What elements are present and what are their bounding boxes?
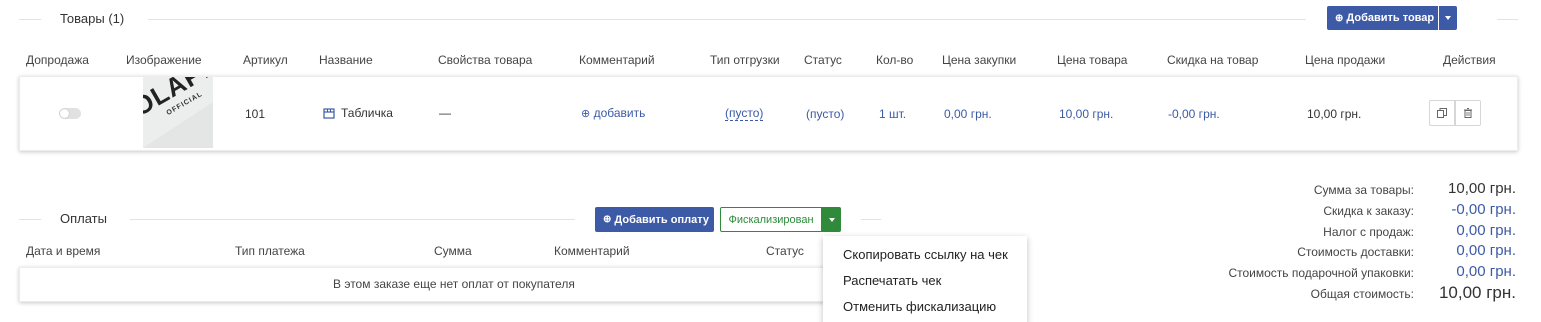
plus-circle-icon: ⊕ bbox=[603, 214, 612, 225]
header-payment-status: Статус bbox=[766, 244, 804, 258]
total-value-order-discount[interactable]: -0,00 грн. bbox=[1451, 201, 1516, 218]
products-header-line-right bbox=[148, 19, 1306, 20]
header-price: Цена товара bbox=[1057, 53, 1128, 67]
payments-section-title: Оплаты bbox=[60, 211, 107, 226]
toggle-knob bbox=[60, 109, 69, 118]
products-section-title: Товары (1) bbox=[60, 11, 125, 26]
plus-circle-icon: ⊕ bbox=[1335, 12, 1344, 24]
add-product-label: Добавить товар bbox=[1346, 12, 1435, 24]
status-link[interactable]: (пусто) bbox=[806, 107, 844, 121]
menu-item-copy-receipt-link[interactable]: Скопировать ссылку на чек bbox=[843, 247, 1008, 262]
header-properties: Свойства товара bbox=[438, 53, 533, 67]
total-label-order-discount: Скидка к заказу: bbox=[1323, 204, 1414, 218]
add-comment-label: добавить bbox=[593, 106, 646, 120]
header-status: Статус bbox=[804, 53, 842, 67]
discount-link[interactable]: -0,00 грн. bbox=[1168, 107, 1220, 121]
fiscalized-button[interactable]: Фискализирован bbox=[720, 207, 822, 232]
total-value-gift-wrap[interactable]: 0,00 грн. bbox=[1456, 263, 1516, 280]
header-purchase-price: Цена закупки bbox=[942, 53, 1017, 67]
header-shipment-type: Тип отгрузки bbox=[710, 53, 780, 67]
payments-empty-text: В этом заказе еще нет оплат от покупател… bbox=[333, 277, 575, 291]
product-image[interactable]: OLAPI OFFICIAL bbox=[143, 77, 213, 148]
qty-link[interactable]: 1 шт. bbox=[879, 107, 906, 121]
product-name[interactable]: Табличка bbox=[323, 106, 393, 120]
fiscal-dropdown-menu: Скопировать ссылку на чек Распечатать че… bbox=[823, 236, 1027, 322]
add-product-button[interactable]: ⊕ Добавить товар bbox=[1327, 6, 1438, 30]
price-link[interactable]: 10,00 грн. bbox=[1059, 107, 1113, 121]
products-header-line-left bbox=[19, 19, 41, 20]
total-label-grand: Общая стоимость: bbox=[1310, 287, 1414, 301]
add-product-dropdown-toggle[interactable] bbox=[1439, 6, 1457, 30]
header-name: Название bbox=[319, 53, 373, 67]
header-comment: Комментарий bbox=[579, 53, 655, 67]
products-header-line-end bbox=[1497, 19, 1518, 20]
header-sku: Артикул bbox=[243, 53, 288, 67]
total-value-sales-tax[interactable]: 0,00 грн. bbox=[1456, 222, 1516, 239]
header-amount: Сумма bbox=[434, 244, 472, 258]
header-presale: Допродажа bbox=[26, 53, 89, 67]
header-datetime: Дата и время bbox=[26, 244, 101, 258]
product-properties: — bbox=[439, 106, 451, 120]
caret-down-icon bbox=[828, 217, 835, 222]
total-value-items: 10,00 грн. bbox=[1448, 180, 1516, 197]
sale-price-value: 10,00 грн. bbox=[1307, 107, 1362, 121]
header-actions: Действия bbox=[1443, 53, 1496, 67]
product-row bbox=[19, 76, 1518, 151]
fiscalized-dropdown-toggle[interactable] bbox=[822, 207, 841, 232]
menu-item-cancel-fiscalization[interactable]: Отменить фискализацию bbox=[843, 299, 996, 314]
header-sale-price: Цена продажи bbox=[1305, 53, 1386, 67]
add-comment-link[interactable]: ⊕ добавить bbox=[581, 106, 645, 120]
total-value-grand: 10,00 грн. bbox=[1438, 283, 1516, 302]
add-payment-button[interactable]: ⊕ Добавить оплату bbox=[595, 207, 714, 232]
product-sku: 101 bbox=[245, 107, 266, 121]
header-payment-comment: Комментарий bbox=[554, 244, 630, 258]
total-label-sales-tax: Налог с продаж: bbox=[1323, 225, 1414, 239]
header-image: Изображение bbox=[126, 53, 202, 67]
payments-header-line-left bbox=[19, 219, 41, 220]
header-discount: Скидка на товар bbox=[1167, 53, 1259, 67]
add-payment-label: Добавить оплату bbox=[614, 213, 709, 226]
plus-circle-icon: ⊕ bbox=[581, 108, 591, 120]
total-value-delivery[interactable]: 0,00 грн. bbox=[1456, 242, 1516, 259]
total-label-gift-wrap: Стоимость подарочной упаковки: bbox=[1228, 266, 1414, 280]
copy-button[interactable] bbox=[1429, 100, 1455, 126]
total-label-delivery: Стоимость доставки: bbox=[1297, 245, 1414, 259]
payments-header-line-end bbox=[861, 219, 881, 220]
menu-item-print-receipt[interactable]: Распечатать чек bbox=[843, 273, 941, 288]
fiscalized-label: Фискализирован bbox=[728, 213, 814, 226]
trash-icon bbox=[1464, 108, 1472, 118]
header-payment-type: Тип платежа bbox=[235, 244, 305, 258]
presale-toggle[interactable] bbox=[59, 108, 81, 119]
product-name-label: Табличка bbox=[341, 106, 393, 120]
product-image-graphic: OLAPI OFFICIAL bbox=[143, 77, 213, 148]
delete-button[interactable] bbox=[1455, 100, 1481, 126]
copy-icon bbox=[1437, 108, 1447, 118]
box-icon bbox=[323, 108, 335, 119]
shipment-type-link[interactable]: (пусто) bbox=[725, 107, 764, 121]
payments-header-line-right bbox=[130, 219, 575, 220]
total-label-items: Сумма за товары: bbox=[1313, 183, 1414, 197]
header-qty: Кол-во bbox=[876, 53, 914, 67]
purchase-price-link[interactable]: 0,00 грн. bbox=[944, 107, 992, 121]
caret-down-icon bbox=[1445, 16, 1451, 20]
